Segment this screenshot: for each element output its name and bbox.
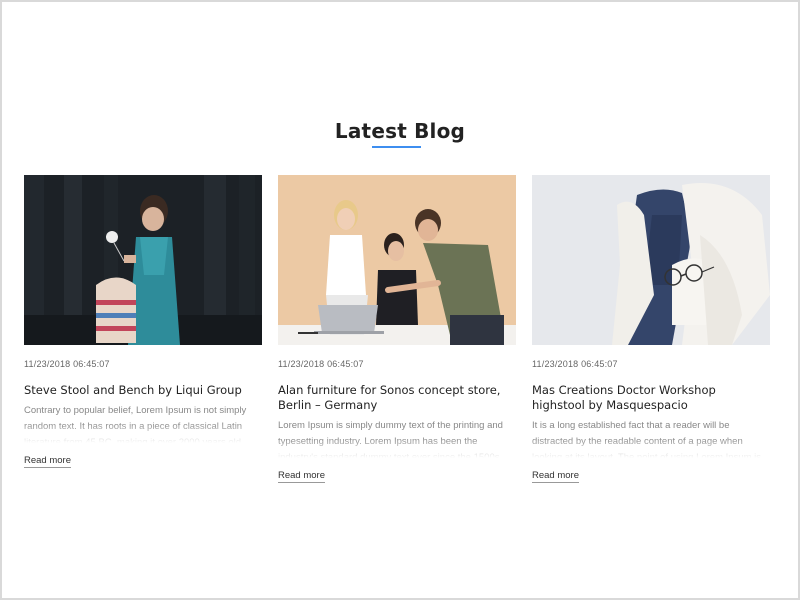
read-more-link[interactable]: Read more xyxy=(24,455,71,468)
post-date: 11/23/2018 06:45:07 xyxy=(532,359,618,369)
section-heading: Latest Blog xyxy=(334,119,466,143)
post-title[interactable]: Alan furniture for Sonos concept store, … xyxy=(278,383,516,413)
post-date: 11/23/2018 06:45:07 xyxy=(24,359,110,369)
post-title[interactable]: Steve Stool and Bench by Liqui Group xyxy=(24,383,262,398)
post-excerpt: It is a long established fact that a rea… xyxy=(532,418,770,458)
post-excerpt: Lorem Ipsum is simply dummy text of the … xyxy=(278,418,516,458)
read-more-link[interactable]: Read more xyxy=(532,470,579,483)
post-excerpt: Contrary to popular belief, Lorem Ipsum … xyxy=(24,403,262,443)
heading-underline xyxy=(372,146,421,148)
post-image-team-at-laptop[interactable] xyxy=(278,175,516,345)
post-image xyxy=(532,175,770,345)
post-image xyxy=(24,175,262,345)
post-image-clothes-flatlay[interactable] xyxy=(532,175,770,345)
read-more-link[interactable]: Read more xyxy=(278,470,325,483)
post-date: 11/23/2018 06:45:07 xyxy=(278,359,364,369)
post-image-girl-with-dandelion[interactable] xyxy=(24,175,262,345)
post-title[interactable]: Mas Creations Doctor Workshop highstool … xyxy=(532,383,770,413)
blog-card: 11/23/2018 06:45:07 Mas Creations Doctor… xyxy=(532,175,770,483)
post-image xyxy=(278,175,516,345)
blog-card: 11/23/2018 06:45:07 Steve Stool and Benc… xyxy=(24,175,262,468)
blog-card: 11/23/2018 06:45:07 Alan furniture for S… xyxy=(278,175,516,483)
